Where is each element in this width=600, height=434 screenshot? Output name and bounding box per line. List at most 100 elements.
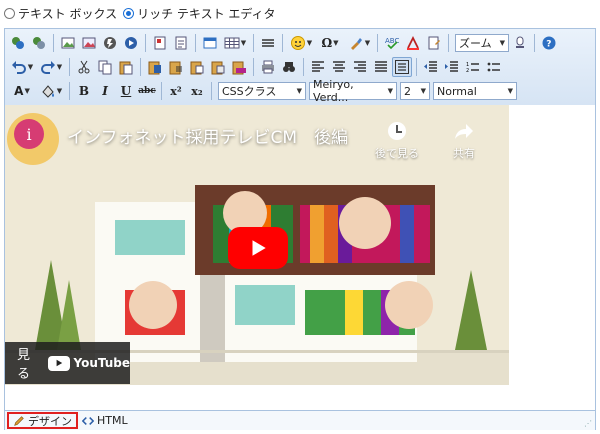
spellcheck-icon[interactable]: ABC	[382, 33, 402, 53]
horizontal-rule-icon[interactable]	[258, 33, 278, 53]
strikethrough-button[interactable]: abc	[137, 81, 157, 101]
paste-word-icon[interactable]	[145, 57, 165, 77]
remove-link-icon[interactable]	[29, 33, 49, 53]
back-color-dropdown[interactable]: ▼	[37, 81, 65, 101]
cut-icon[interactable]	[74, 57, 94, 77]
editor-mode-selector: テキスト ボックス リッチ テキスト エディタ	[4, 3, 276, 23]
embedded-youtube-video[interactable]: i インフォネット採用テレビCM 後編 後で見る 共有 見る YouTube	[5, 105, 509, 385]
code-icon	[82, 416, 94, 425]
fore-color-dropdown[interactable]: A ▼	[8, 81, 36, 101]
svg-text:ABC: ABC	[385, 37, 399, 45]
format-painter-dropdown[interactable]: ▼	[345, 33, 373, 53]
video-title[interactable]: インフォネット採用テレビCM 後編	[67, 123, 348, 148]
bold-button[interactable]: B	[74, 81, 94, 101]
editor-content-area[interactable]: i インフォネット採用テレビCM 後編 後で見る 共有 見る YouTube	[5, 105, 595, 408]
subscript-button[interactable]: x₂	[187, 81, 207, 101]
tab-design[interactable]: デザイン	[7, 412, 78, 429]
resize-grip-icon[interactable]: ⋰	[584, 419, 592, 428]
font-size-value: 2	[404, 84, 411, 98]
radio-textbox[interactable]: テキスト ボックス	[4, 5, 117, 22]
find-replace-icon[interactable]	[279, 57, 299, 77]
toolbar-row-1: ▼ ▼ Ω ▼ ▼ ABC ズーム ▼ ?	[8, 31, 592, 55]
youtube-label: YouTube	[73, 356, 130, 370]
undo-dropdown[interactable]: ▼	[8, 57, 36, 77]
superscript-button[interactable]: x²	[166, 81, 186, 101]
help-icon[interactable]: ?	[539, 33, 559, 53]
chevron-down-icon: ▼	[296, 87, 302, 95]
underline-button[interactable]: U	[116, 81, 136, 101]
toolbar-separator	[303, 58, 304, 76]
indent-icon[interactable]	[442, 57, 462, 77]
font-name-select[interactable]: Meiryo, Verd... ▼	[309, 78, 397, 104]
toolbar-separator	[145, 34, 146, 52]
paste-icon[interactable]	[116, 57, 136, 77]
radio-dot[interactable]	[4, 7, 15, 19]
watch-later-label: 後で見る	[375, 147, 419, 160]
subscript-label: x₂	[191, 84, 203, 98]
underline-label: U	[120, 84, 132, 98]
align-justify-icon[interactable]	[371, 57, 391, 77]
image-properties-icon[interactable]	[79, 33, 99, 53]
insert-media-icon[interactable]	[121, 33, 141, 53]
css-class-value: CSSクラス	[222, 85, 277, 98]
outdent-icon[interactable]	[421, 57, 441, 77]
toolbar-separator	[69, 58, 70, 76]
insert-link-icon[interactable]	[8, 33, 28, 53]
align-right-icon[interactable]	[350, 57, 370, 77]
align-left-icon[interactable]	[308, 57, 328, 77]
font-size-select[interactable]: 2 ▼	[400, 82, 430, 100]
insert-image-icon[interactable]	[58, 33, 78, 53]
radio-dot[interactable]	[123, 7, 135, 19]
clock-icon	[388, 122, 406, 140]
share-label: 共有	[453, 147, 475, 160]
toggle-fullscreen-icon[interactable]	[510, 33, 530, 53]
toolbar-separator	[195, 34, 196, 52]
paste-text-icon[interactable]	[166, 57, 186, 77]
insert-symbol-dropdown[interactable]: Ω ▼	[316, 33, 344, 53]
insert-table-dropdown[interactable]: ▼	[221, 33, 249, 53]
paragraph-format-select[interactable]: Normal ▼	[433, 82, 517, 100]
insert-flash-icon[interactable]	[100, 33, 120, 53]
superscript-label: x²	[170, 84, 182, 98]
watch-on-label: 見る	[17, 348, 31, 382]
watch-on-youtube-button[interactable]: 見る YouTube	[5, 342, 130, 384]
insert-emoticon-dropdown[interactable]: ▼	[287, 33, 315, 53]
toolbar-row-3: A ▼ ▼ B I U abc x² x₂ CSSクラス ▼ Meiryo, Ver…	[8, 78, 592, 104]
youtube-play-icon	[48, 355, 71, 371]
insert-anchor-icon[interactable]	[200, 33, 220, 53]
toolbar-separator	[377, 34, 378, 52]
toolbar-separator	[69, 82, 70, 100]
paste-html-icon[interactable]	[229, 57, 249, 77]
tab-design-label: デザイン	[28, 414, 72, 428]
paste-formatted-icon[interactable]	[187, 57, 207, 77]
align-none-icon[interactable]	[392, 57, 412, 77]
align-center-icon[interactable]	[329, 57, 349, 77]
chevron-down-icon: ▼	[499, 39, 505, 47]
print-icon[interactable]	[258, 57, 278, 77]
insert-document-icon[interactable]	[150, 33, 170, 53]
toolbar-separator	[211, 82, 212, 100]
text-color-icon[interactable]	[403, 33, 423, 53]
youtube-logo: YouTube	[48, 355, 130, 371]
zoom-select[interactable]: ズーム ▼	[455, 34, 509, 52]
play-button[interactable]	[228, 227, 288, 269]
radio-richtext[interactable]: リッチ テキスト エディタ	[123, 5, 276, 22]
toolbar-separator	[448, 34, 449, 52]
svg-text:?: ?	[546, 40, 551, 50]
watch-later-button[interactable]: 後で見る	[375, 121, 419, 161]
tab-html[interactable]: HTML	[78, 412, 132, 429]
share-button[interactable]: 共有	[453, 121, 475, 161]
italic-button[interactable]: I	[95, 81, 115, 101]
paste-special-icon[interactable]	[208, 57, 228, 77]
numbered-list-icon[interactable]: 12	[463, 57, 483, 77]
toolbar-separator	[253, 58, 254, 76]
css-class-select[interactable]: CSSクラス ▼	[218, 82, 306, 100]
italic-label: I	[102, 84, 108, 98]
channel-avatar[interactable]: i	[14, 119, 44, 149]
bulleted-list-icon[interactable]	[484, 57, 504, 77]
copy-icon[interactable]	[95, 57, 115, 77]
redo-dropdown[interactable]: ▼	[37, 57, 65, 77]
radio-richtext-label: リッチ テキスト エディタ	[137, 6, 276, 21]
insert-template-icon[interactable]	[171, 33, 191, 53]
paste-plain-icon[interactable]	[424, 33, 444, 53]
